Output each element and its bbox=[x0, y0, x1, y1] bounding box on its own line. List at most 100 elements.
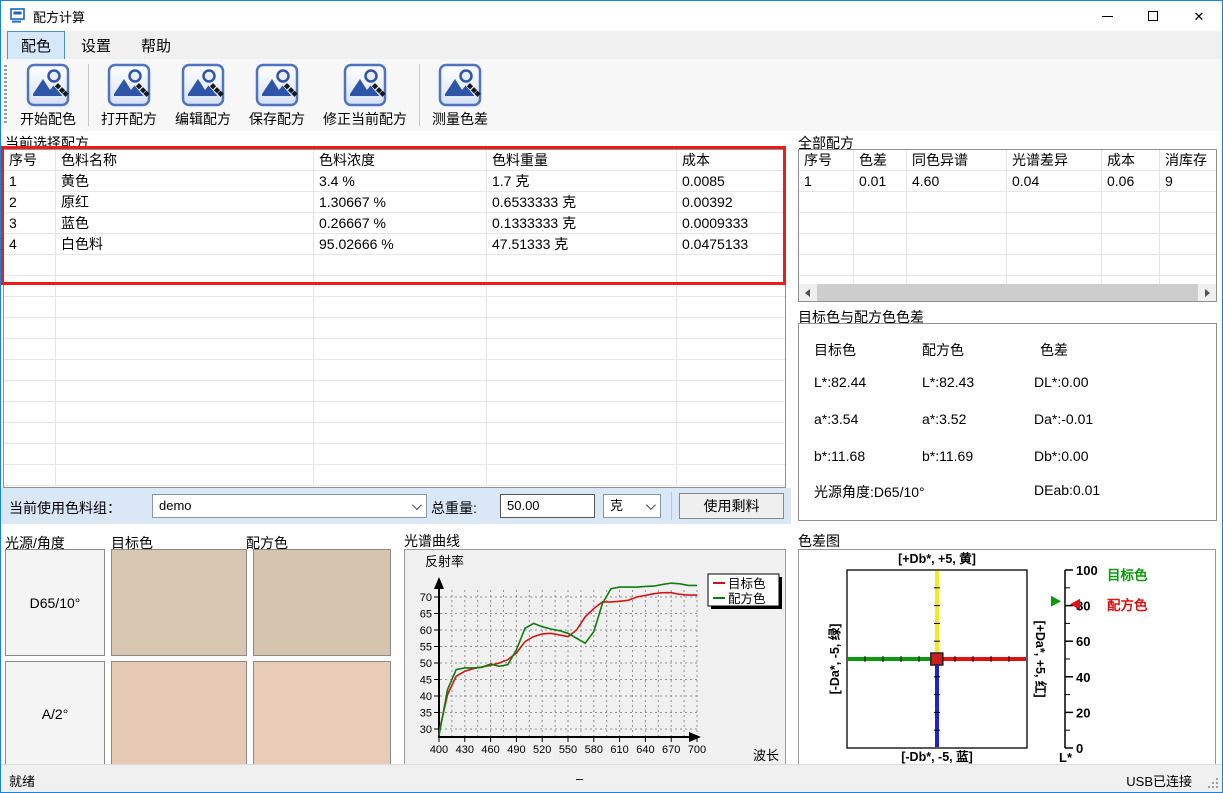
target-a: a*:3.54 bbox=[814, 411, 858, 427]
horizontal-scrollbar[interactable] bbox=[799, 284, 1216, 301]
table-row[interactable]: 10.014.600.040.069 bbox=[799, 171, 1216, 192]
menu-item-color-matching[interactable]: 配色 bbox=[7, 31, 65, 60]
menu-item-settings[interactable]: 设置 bbox=[67, 31, 125, 60]
svg-text:70: 70 bbox=[420, 592, 432, 604]
table-cell bbox=[4, 297, 56, 318]
table-cell: 95.02666 % bbox=[314, 234, 487, 255]
svg-text:550: 550 bbox=[559, 744, 577, 756]
table-row[interactable]: 1黄色3.4 %1.7 克0.0085 bbox=[4, 171, 785, 192]
table-cell bbox=[314, 339, 487, 360]
table-cell bbox=[4, 276, 56, 297]
column-header[interactable]: 同色异谱 bbox=[907, 150, 1007, 171]
table-cell: 白色料 bbox=[56, 234, 314, 255]
table-cell bbox=[677, 255, 785, 276]
table-row[interactable]: 4白色料95.02666 %47.51333 克0.0475133 bbox=[4, 234, 785, 255]
table-cell bbox=[56, 360, 314, 381]
svg-text:目标色: 目标色 bbox=[1107, 567, 1148, 583]
unit-select[interactable]: 克 bbox=[603, 494, 661, 518]
column-header[interactable]: 色料重量 bbox=[487, 150, 677, 171]
table-cell bbox=[314, 276, 487, 297]
svg-text:40: 40 bbox=[1076, 670, 1090, 685]
table-cell: 47.51333 克 bbox=[487, 234, 677, 255]
table-cell bbox=[1160, 192, 1216, 213]
table-cell bbox=[487, 318, 677, 339]
column-header[interactable]: 光谱差异 bbox=[1007, 150, 1102, 171]
column-header[interactable]: 色料名称 bbox=[56, 150, 314, 171]
svg-text:[-Da*, -5, 绿]: [-Da*, -5, 绿] bbox=[827, 624, 842, 695]
column-header[interactable]: 成本 bbox=[677, 150, 785, 171]
scroll-right-icon[interactable] bbox=[1199, 284, 1216, 301]
toolbar-separator bbox=[419, 64, 420, 126]
table-cell bbox=[4, 381, 56, 402]
image-icon bbox=[255, 63, 299, 107]
table-cell bbox=[1102, 213, 1160, 234]
table-cell bbox=[487, 339, 677, 360]
table-cell: 0.1333333 克 bbox=[487, 213, 677, 234]
table-cell: 0.0475133 bbox=[677, 234, 785, 255]
table-cell bbox=[487, 465, 677, 486]
table-cell: 2 bbox=[4, 192, 56, 213]
spectral-chart-panel: 4004304604905205505806106406707003035404… bbox=[404, 549, 786, 766]
image-icon bbox=[343, 63, 387, 107]
table-cell bbox=[314, 444, 487, 465]
colorant-group-select[interactable]: demo bbox=[152, 494, 427, 518]
save-formula-button[interactable]: 保存配方 bbox=[240, 61, 314, 131]
column-header[interactable]: 序号 bbox=[799, 150, 854, 171]
svg-text:430: 430 bbox=[456, 744, 474, 756]
table-cell: 9 bbox=[1160, 171, 1216, 192]
measure-color-diff-button[interactable]: 测量色差 bbox=[423, 61, 497, 131]
total-weight-input[interactable]: 50.00 bbox=[500, 494, 595, 518]
table-row bbox=[799, 192, 1216, 213]
table-cell bbox=[4, 423, 56, 444]
maximize-button[interactable] bbox=[1130, 1, 1176, 31]
column-header[interactable]: 色差 bbox=[854, 150, 907, 171]
start-matching-button[interactable]: 开始配色 bbox=[11, 61, 85, 131]
resize-grip-icon[interactable] bbox=[1207, 777, 1219, 789]
table-cell bbox=[677, 318, 785, 339]
colorant-bar: 当前使用色料组： demo 总重量: 50.00 克 使用剩料 bbox=[1, 488, 791, 524]
table-cell: 3.4 % bbox=[314, 171, 487, 192]
column-header[interactable]: 消库存 bbox=[1160, 150, 1216, 171]
svg-text:[+Db*, +5, 黄]: [+Db*, +5, 黄] bbox=[898, 551, 976, 566]
strip-separator bbox=[671, 492, 672, 520]
svg-text:55: 55 bbox=[420, 642, 432, 654]
table-cell bbox=[487, 255, 677, 276]
table-row[interactable]: 2原红1.30667 %0.6533333 克0.00392 bbox=[4, 192, 785, 213]
color-diff-panel: 目标色 配方色 色差 L*:82.44 L*:82.43 DL*:0.00 a*… bbox=[798, 323, 1217, 521]
color-diff-chart-panel: [+Db*, +5, 黄][-Db*, -5, 蓝][-Da*, -5, 绿][… bbox=[798, 549, 1216, 766]
color-diff-chart: [+Db*, +5, 黄][-Db*, -5, 蓝][-Da*, -5, 绿][… bbox=[799, 550, 1215, 765]
minimize-button[interactable] bbox=[1084, 1, 1130, 31]
chevron-down-icon bbox=[412, 500, 422, 510]
table-cell: 0.00392 bbox=[677, 192, 785, 213]
status-center: – bbox=[576, 771, 583, 786]
table-row[interactable]: 3蓝色0.26667 %0.1333333 克0.0009333 bbox=[4, 213, 785, 234]
table-cell bbox=[314, 318, 487, 339]
current-formula-table: 序号色料名称色料浓度色料重量成本1黄色3.4 %1.7 克0.00852原红1.… bbox=[3, 149, 786, 488]
edit-formula-button[interactable]: 编辑配方 bbox=[166, 61, 240, 131]
close-button[interactable]: ✕ bbox=[1176, 1, 1222, 31]
table-cell: 0.6533333 克 bbox=[487, 192, 677, 213]
formula-L: L*:82.43 bbox=[922, 374, 974, 390]
table-cell bbox=[314, 297, 487, 318]
use-leftover-button[interactable]: 使用剩料 bbox=[679, 493, 784, 519]
menu-item-help[interactable]: 帮助 bbox=[127, 31, 185, 60]
correct-formula-button[interactable]: 修正当前配方 bbox=[314, 61, 416, 131]
table-row bbox=[4, 276, 785, 297]
table-cell bbox=[1007, 192, 1102, 213]
column-header[interactable]: 成本 bbox=[1102, 150, 1160, 171]
target-color-swatch bbox=[111, 549, 247, 656]
table-cell: 蓝色 bbox=[56, 213, 314, 234]
table-cell bbox=[56, 255, 314, 276]
table-cell bbox=[677, 360, 785, 381]
svg-text:波长: 波长 bbox=[753, 748, 779, 763]
table-cell: 0.26667 % bbox=[314, 213, 487, 234]
svg-text:640: 640 bbox=[636, 744, 654, 756]
scroll-left-icon[interactable] bbox=[799, 284, 816, 301]
app-icon bbox=[10, 8, 26, 24]
column-header[interactable]: 序号 bbox=[4, 150, 56, 171]
column-header[interactable]: 色料浓度 bbox=[314, 150, 487, 171]
scrollbar-thumb[interactable] bbox=[817, 284, 1198, 301]
open-formula-button[interactable]: 打开配方 bbox=[92, 61, 166, 131]
table-cell: 4.60 bbox=[907, 171, 1007, 192]
chevron-down-icon bbox=[646, 500, 656, 510]
